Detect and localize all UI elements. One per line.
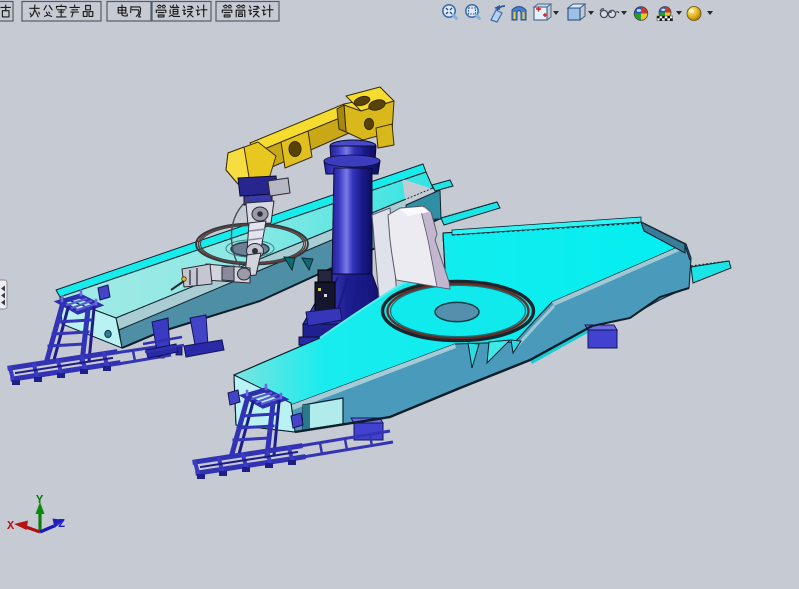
svg-text:X: X [7, 519, 15, 533]
svg-text:Z: Z [58, 517, 65, 531]
svg-text:Y: Y [36, 493, 44, 507]
